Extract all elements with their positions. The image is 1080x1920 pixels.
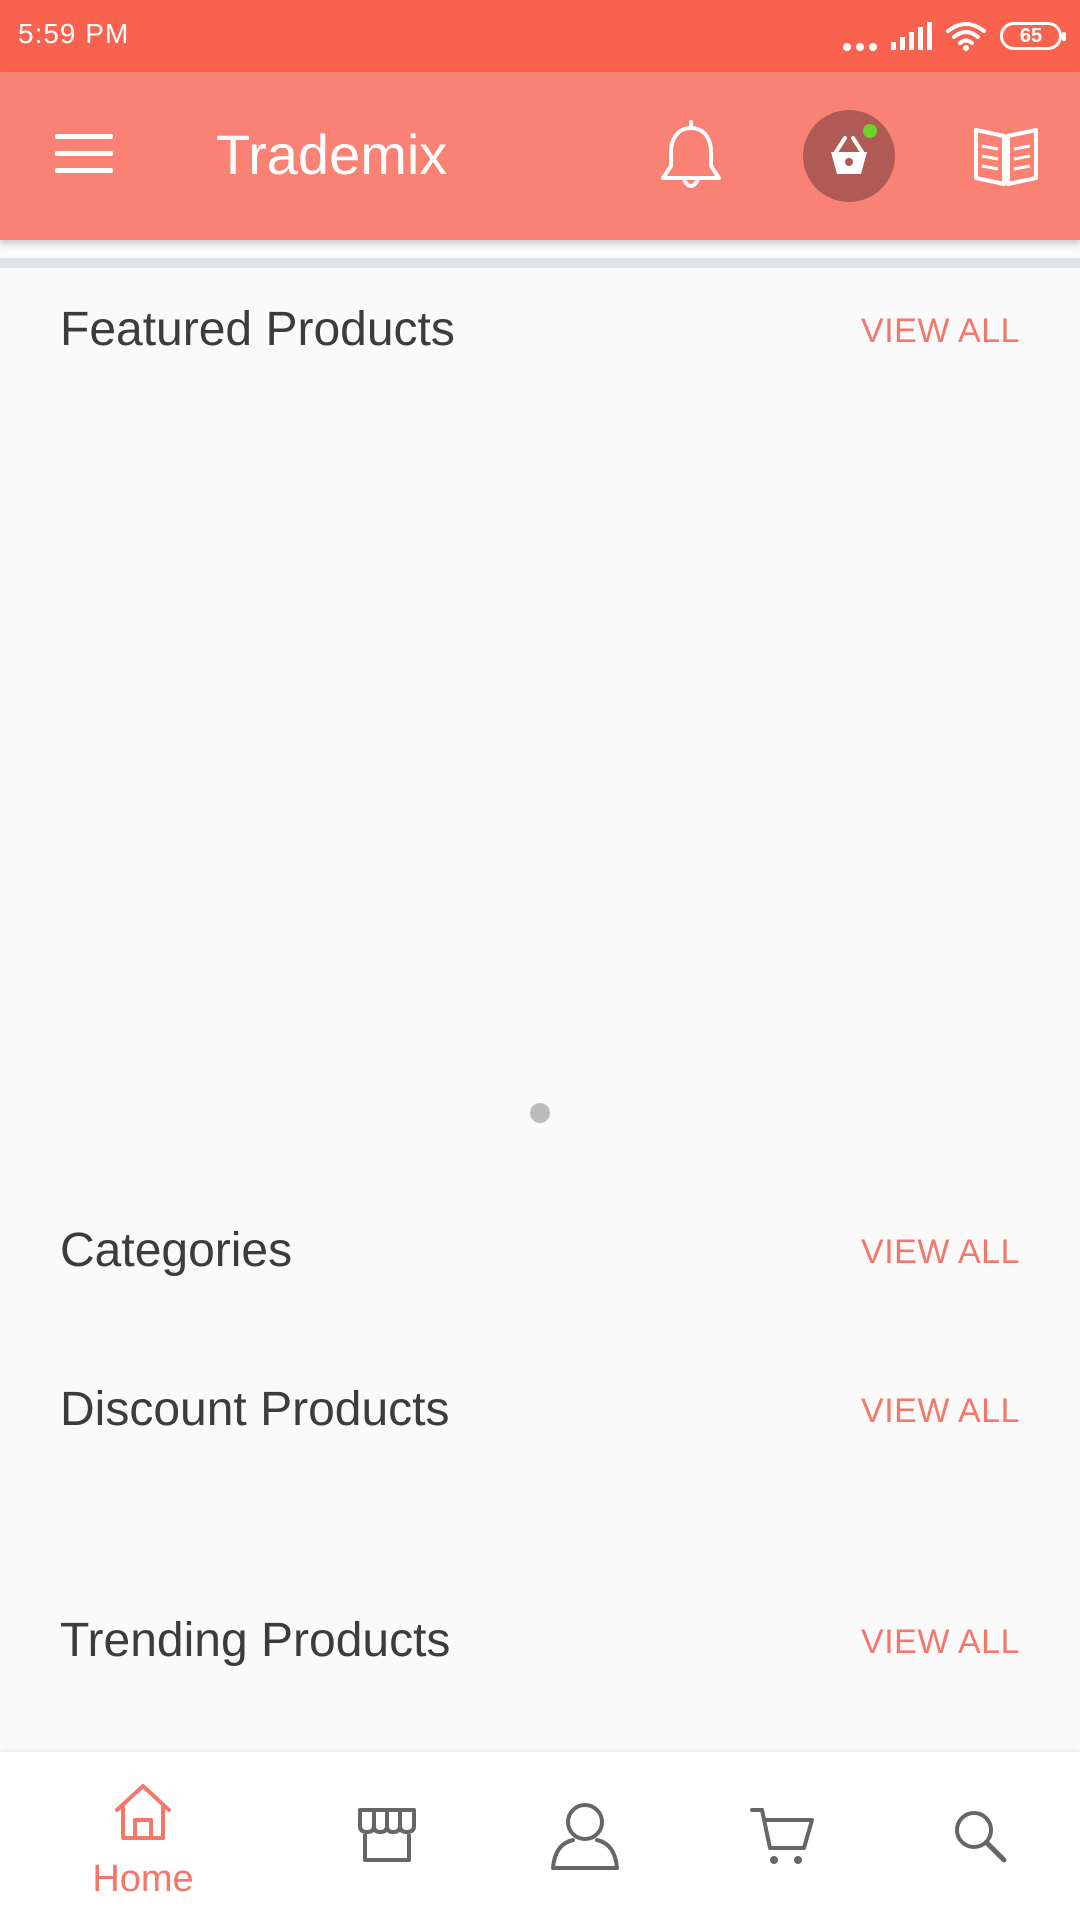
bell-icon[interactable] — [656, 120, 726, 194]
nav-home-label: Home — [92, 1858, 194, 1900]
view-all-featured-button[interactable]: VIEW ALL — [861, 312, 1020, 351]
basket-button[interactable] — [803, 110, 895, 202]
battery-icon: 65 — [1000, 22, 1066, 50]
home-icon — [115, 1784, 171, 1840]
status-icons: 65 — [843, 18, 1066, 54]
nav-home[interactable]: Home — [53, 1752, 233, 1920]
view-all-categories-button[interactable]: VIEW ALL — [861, 1233, 1020, 1272]
carousel-indicator[interactable] — [530, 1103, 550, 1123]
store-icon — [358, 1808, 416, 1862]
nav-cart[interactable] — [692, 1752, 872, 1920]
view-all-discount-button[interactable]: VIEW ALL — [861, 1392, 1020, 1431]
nav-profile[interactable] — [495, 1752, 675, 1920]
signal-icon — [891, 22, 932, 50]
categories-header: Categories VIEW ALL — [0, 1211, 1080, 1291]
divider — [0, 258, 1080, 268]
nav-search[interactable] — [890, 1752, 1070, 1920]
user-icon — [551, 1803, 619, 1870]
status-bar: 5:59 PM 65 — [0, 0, 1080, 72]
discount-products-header: Discount Products VIEW ALL — [0, 1370, 1080, 1450]
search-icon — [955, 1811, 1007, 1863]
book-icon[interactable] — [972, 122, 1040, 190]
menu-icon[interactable] — [55, 134, 113, 178]
nav-store[interactable] — [297, 1752, 477, 1920]
battery-level: 65 — [1019, 24, 1043, 47]
section-title: Categories — [60, 1224, 293, 1277]
dots-icon — [843, 21, 877, 51]
trending-products-header: Trending Products VIEW ALL — [0, 1601, 1080, 1681]
app-bar: Trademix — [0, 72, 1080, 240]
bottom-nav: Home — [0, 1752, 1080, 1920]
section-title: Discount Products — [60, 1383, 450, 1436]
section-title: Trending Products — [60, 1614, 451, 1667]
view-all-trending-button[interactable]: VIEW ALL — [861, 1623, 1020, 1662]
status-time: 5:59 PM — [18, 18, 130, 49]
section-title: Featured Products — [60, 303, 455, 356]
app-title: Trademix — [216, 123, 448, 186]
featured-products-header: Featured Products VIEW ALL — [0, 290, 1080, 370]
cart-icon — [750, 1808, 814, 1864]
wifi-icon — [946, 22, 986, 51]
basket-icon — [831, 136, 867, 174]
cart-badge — [863, 124, 877, 138]
